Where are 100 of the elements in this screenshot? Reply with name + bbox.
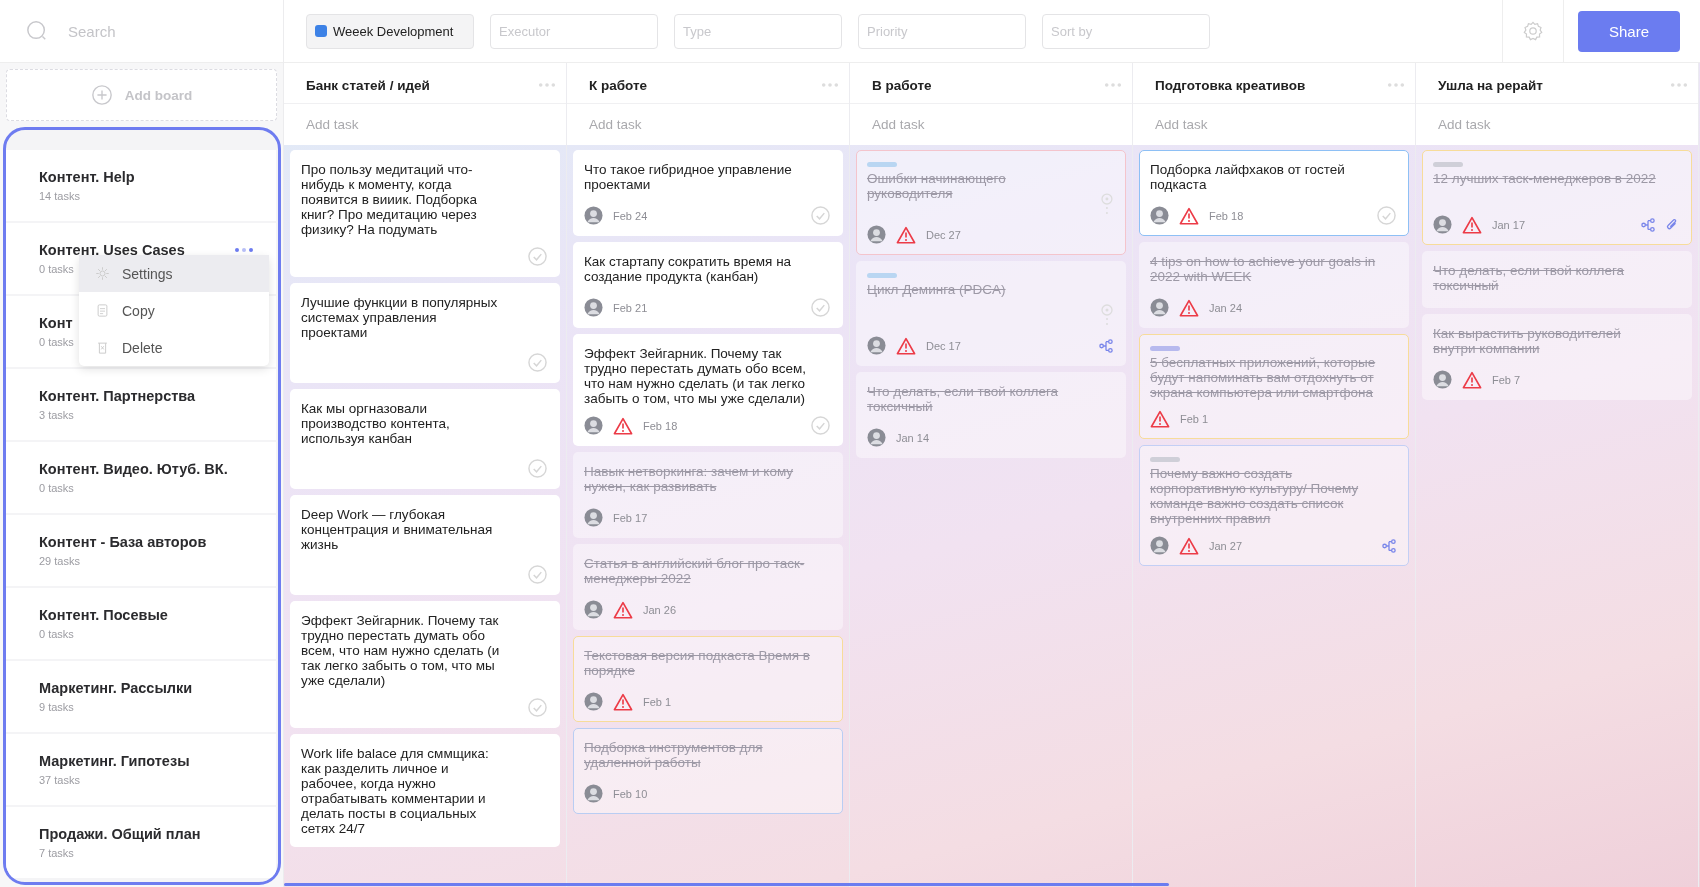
column-title: Ушла на рерайт — [1438, 77, 1543, 93]
search-icon — [26, 20, 48, 42]
due-date: Jan 14 — [896, 431, 930, 444]
due-date: Feb 21 — [613, 301, 648, 314]
board-name: Контент. Видео. Ютуб. ВК. — [39, 461, 228, 477]
board-item[interactable]: Маркетинг. Рассылки 9 tasks — [6, 661, 276, 732]
plus-icon — [90, 84, 113, 106]
task-title: Что делать, если твой коллега токсичный — [1433, 263, 1626, 295]
menu-item[interactable]: Delete — [79, 329, 269, 366]
check-circle-icon[interactable] — [528, 247, 547, 266]
task-count: 0 tasks — [39, 336, 74, 348]
due-date: Jan 26 — [643, 603, 677, 616]
due-date: Feb 18 — [1209, 209, 1244, 222]
task-count: 29 tasks — [39, 555, 80, 567]
due-date: Feb 1 — [1180, 413, 1209, 425]
share-button[interactable]: Share — [1578, 10, 1680, 52]
project-name: Weeek Development — [333, 23, 454, 39]
due-date: Dec 27 — [926, 228, 961, 241]
task-count: 37 tasks — [39, 774, 80, 786]
board-item[interactable]: Маркетинг. Гипотезы 37 tasks — [6, 734, 276, 805]
search-field[interactable]: Search — [66, 21, 230, 41]
board-item[interactable]: Продажи. Общий план 7 tasks — [6, 807, 276, 878]
due-date: Jan 27 — [1209, 539, 1243, 552]
task-title: Deep Work — глубокая концентрация и внимательная жизнь — [301, 507, 494, 552]
board-name: Контент - База авторов — [39, 534, 207, 550]
board-name: Маркетинг. Рассылки — [39, 680, 193, 696]
task-title: Подборка лайфхаков от гостей подкаста — [1150, 162, 1346, 194]
add-task-field[interactable]: Add task — [850, 104, 1132, 145]
task-count: 0 tasks — [39, 263, 74, 275]
board-name: Маркетинг. Гипотезы — [39, 753, 190, 769]
check-circle-icon[interactable] — [528, 353, 547, 372]
more-icon[interactable] — [234, 246, 254, 253]
check-circle-icon[interactable] — [811, 416, 830, 435]
task-card[interactable]: Эффект Зейгарник. Почему так трудно перестать думать обо всем, что нам нужно сделать (и так легко забыть о том, что мы уже сделали) Feb 18 — [573, 334, 843, 446]
task-title: Почему важно создать корпоративную культуру/ Почему команде важно создать список внутренних правил — [1150, 466, 1360, 526]
task-title: Эффект Зейгарник. Почему так трудно перестать думать обо всем, что нам нужно сделать (и так легко забыть о том, что мы уже сделали) — [584, 346, 807, 406]
menu-item[interactable]: Settings — [79, 255, 269, 292]
task-title: Подборка инструментов для удаленной работы — [584, 740, 764, 772]
settings-icon[interactable] — [1522, 20, 1544, 42]
board-item[interactable]: Контент. Help 14 tasks — [6, 150, 276, 221]
task-title: Текстовая версия подкаста Время в порядке — [584, 648, 811, 680]
task-title: Эффект Зейгарник. Почему так трудно перестать думать обо всем, что нам нужно сделать (и так легко забыть о том, что мы уже сделали) — [301, 613, 501, 688]
task-title: 5 бесплатных приложений, которые будут напоминать вам отдохнуть от экрана компьютера или смартфона — [1150, 355, 1377, 400]
task-card[interactable]: Что такое гибридное управление проектами Feb 24 — [573, 150, 843, 236]
task-count: 7 tasks — [39, 847, 74, 859]
task-title: Навык нетворкинга: зачем и кому нужен, как развивать — [584, 464, 795, 496]
task-title: 12 лучших таск-менеджеров в 2022 — [1433, 171, 1656, 188]
column-title: Подготовка креативов — [1155, 77, 1306, 93]
check-circle-icon[interactable] — [1377, 206, 1396, 225]
board-name: Контент. Uses Cases — [39, 242, 185, 258]
due-date: Jan 17 — [1492, 218, 1526, 231]
trash-icon — [95, 340, 110, 355]
board-name: Продажи. Общий план — [39, 826, 201, 842]
check-circle-icon[interactable] — [528, 698, 547, 717]
board-name: Контент. Посевые — [39, 607, 168, 623]
task-card[interactable]: Про пользу медитаций что-нибудь к моменту, когда появится в вииик. Подборка книг? Про медитацию через физику? На подумать — [290, 150, 560, 277]
task-card[interactable]: Work life balace для сммщика: как разделить личное и рабочее, когда нужно отрабатывать комментарии и делать посты в социальных сетях 24/7 — [290, 734, 560, 847]
check-circle-icon[interactable] — [811, 206, 830, 225]
due-date: Feb 17 — [613, 511, 648, 524]
due-date: Feb 24 — [613, 209, 648, 222]
add-task-field[interactable]: Add task — [1416, 104, 1698, 145]
settings-icon — [95, 266, 110, 281]
task-title: Как мы оргназовали производство контента, используя канбан — [301, 401, 451, 446]
menu-item[interactable]: Copy — [79, 292, 269, 329]
task-title: Что делать, если твой коллега токсичный — [867, 384, 1060, 416]
task-title: Про пользу медитаций что-нибудь к моменту, когда появится в вииик. Подборка книг? Про медитацию через физику? На подумать — [301, 162, 479, 237]
due-date: Feb 7 — [1492, 373, 1521, 386]
task-title: Цикл Деминга (PDCA) — [867, 282, 1006, 299]
due-date: Feb 10 — [613, 787, 648, 800]
task-count: 0 tasks — [39, 482, 74, 494]
task-card[interactable]: Подборка лайфхаков от гостей подкаста Feb 18 — [1139, 150, 1409, 236]
board-item[interactable]: Контент. Видео. Ютуб. ВК. 0 tasks — [6, 442, 276, 513]
task-title: Work life balace для сммщика: как разделить личное и рабочее, когда нужно отрабатывать комментарии и делать посты в социальных сетях 24/7 — [301, 746, 490, 836]
add-task-field[interactable]: Add task — [1133, 104, 1415, 145]
document-icon — [95, 303, 110, 318]
board-item[interactable]: Контент. Партнерства 3 tasks — [6, 369, 276, 440]
task-card[interactable]: Как стартапу сократить время на создание продукта (канбан) Feb 21 — [573, 242, 843, 328]
task-title: Лучшие функции в популярных системах управления проектами — [301, 295, 499, 340]
task-title: Ошибки начинающего руководителя — [867, 171, 1007, 203]
board-name: Контент. Help — [39, 169, 135, 185]
task-card[interactable]: Эффект Зейгарник. Почему так трудно перестать думать обо всем, что нам нужно сделать (и так легко забыть о том, что мы уже сделали) — [290, 601, 560, 728]
due-date: Feb 1 — [643, 695, 672, 708]
task-count: 14 tasks — [39, 190, 80, 202]
board-item[interactable]: Контент - База авторов 29 tasks — [6, 515, 276, 586]
task-title: 4 tips on how to achieve your goals in 2022 with WEEK — [1150, 254, 1377, 286]
task-title: Статья в английский блог про таск-менеджеры 2022 — [584, 556, 806, 588]
board-name: Конт — [39, 315, 73, 331]
task-card[interactable]: Deep Work — глубокая концентрация и внимательная жизнь — [290, 495, 560, 595]
add-task-field[interactable]: Add task — [567, 104, 849, 145]
due-date: Jan 24 — [1209, 301, 1243, 314]
check-circle-icon[interactable] — [528, 459, 547, 478]
task-title: Как стартапу сократить время на создание продукта (канбан) — [584, 254, 793, 286]
board-item[interactable]: Контент. Посевые 0 tasks — [6, 588, 276, 659]
project-selector[interactable]: Weeek Development — [306, 13, 474, 49]
check-circle-icon[interactable] — [811, 298, 830, 317]
check-circle-icon[interactable] — [528, 565, 547, 584]
task-card[interactable]: Как мы оргназовали производство контента, используя канбан — [290, 389, 560, 489]
add-task-field[interactable]: Add task — [284, 104, 566, 145]
task-card[interactable]: Лучшие функции в популярных системах управления проектами — [290, 283, 560, 383]
due-date: Dec 17 — [926, 339, 961, 352]
